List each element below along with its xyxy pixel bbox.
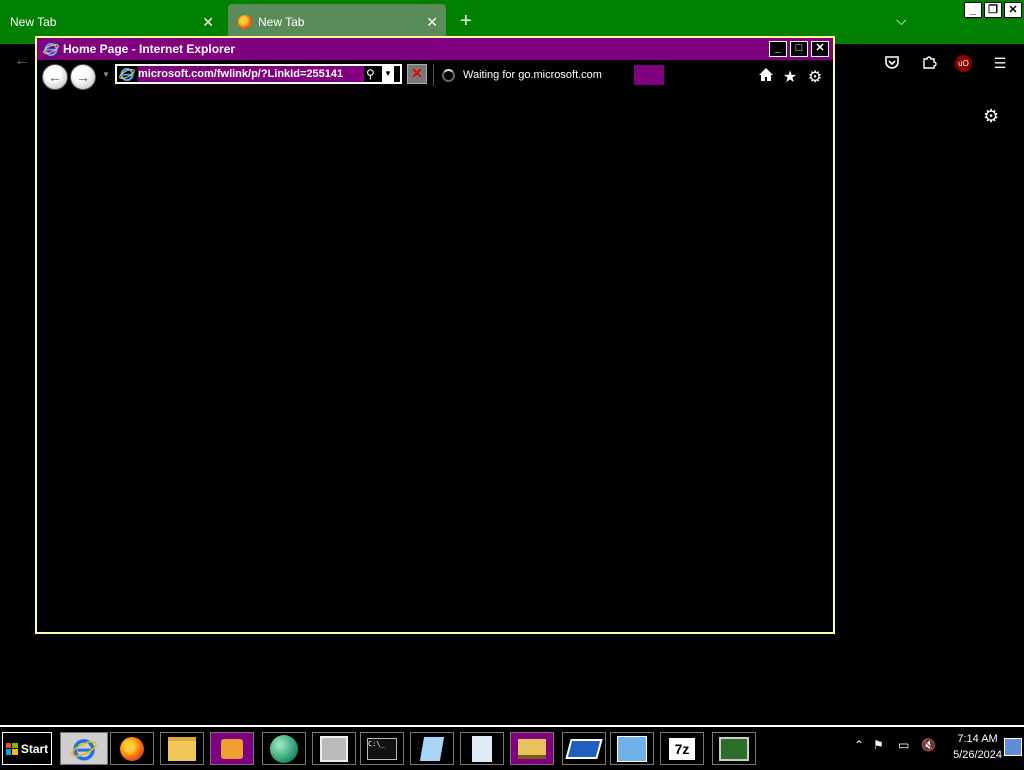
taskbar-disk-app-icon[interactable] [312,732,356,765]
ublock-origin-icon[interactable]: uO [955,55,972,72]
settings-gear-icon[interactable]: ⚙ [983,106,999,127]
ie-back-button[interactable]: ← [42,64,68,90]
home-icon[interactable] [757,67,775,88]
ie-address-input[interactable]: microsoft.com/fwlink/p/?LinkId=255141 [138,66,364,82]
ie-window-controls: _ □ ✕ [769,41,829,57]
ie-minimize-icon[interactable]: _ [769,41,787,57]
ie-maximize-icon[interactable]: □ [790,41,808,57]
taskbar-control-panel-icon[interactable] [610,732,654,765]
ie-page-icon [119,67,135,82]
taskbar-internet-explorer-icon[interactable] [60,732,108,765]
tools-gear-icon[interactable]: ⚙ [806,67,824,87]
ie-address-bar[interactable]: microsoft.com/fwlink/p/?LinkId=255141 ⚲ … [115,64,402,84]
volume-muted-icon[interactable]: 🔇 [921,738,936,752]
ie-logo-icon [43,42,59,57]
pocket-icon[interactable] [883,54,901,72]
close-window-icon[interactable]: ✕ [1004,2,1022,18]
firefox-tab-1-label: New Tab [10,15,57,29]
close-tab-1-icon[interactable]: ✕ [202,14,214,31]
ie-page-content [37,92,833,632]
firefox-tab-2-label: New Tab [258,15,305,29]
list-all-tabs-chevron-icon[interactable]: ⌵ [896,12,907,29]
extensions-puzzle-icon[interactable] [920,54,938,72]
address-dropdown-icon[interactable]: ▼ [382,66,394,82]
action-center-flag-icon[interactable]: ⚑ [873,738,884,752]
taskbar-document-icon[interactable] [460,732,504,765]
firefox-tab-1[interactable]: New Tab ✕ [0,4,222,40]
firefox-window-controls: _ ❐ ✕ [964,2,1022,18]
favorites-star-icon[interactable]: ★ [781,67,799,87]
clock-time: 7:14 AM [957,733,998,745]
ie-toolbar: ← → ▼ microsoft.com/fwlink/p/?LinkId=255… [37,60,833,92]
back-arrow-icon[interactable]: ← [14,52,30,70]
show-hidden-icons-icon[interactable]: ⌃ [854,738,864,752]
network-icon[interactable]: ▭ [898,738,909,752]
minimize-icon[interactable]: _ [964,2,982,18]
taskbar-monitor-app-icon[interactable] [712,732,756,765]
taskbar-media-player-icon[interactable] [210,732,254,765]
start-button[interactable]: Start [2,732,52,765]
system-clock[interactable]: 7:14 AM 5/26/2024 [953,731,1002,763]
taskbar-7zip-icon[interactable]: 7z [660,732,704,765]
ie-tab-label: Waiting for go.microsoft.com [463,69,602,81]
taskbar: Start C:\_ 7z [0,725,1024,770]
search-icon[interactable]: ⚲ [366,67,380,81]
taskbar-firefox-icon[interactable] [110,732,154,765]
stop-loading-button[interactable]: ✕ [407,64,427,84]
loading-spinner-icon [442,68,455,82]
ie-window-title: Home Page - Internet Explorer [63,42,236,56]
show-desktop-icon[interactable] [1004,738,1022,756]
ie-forward-button[interactable]: → [70,64,96,90]
windows-logo-icon [5,742,18,755]
taskbar-file-explorer-icon[interactable] [160,732,204,765]
taskbar-globe-app-icon[interactable] [262,732,306,765]
taskbar-notepad-icon[interactable] [410,732,454,765]
clock-date: 5/26/2024 [953,749,1002,761]
taskbar-scanner-app-icon[interactable] [562,732,606,765]
firefox-tab-2[interactable]: New Tab ✕ [228,4,446,40]
start-label: Start [20,741,49,756]
firefox-icon [238,15,252,29]
ie-close-icon[interactable]: ✕ [811,41,829,57]
taskbar-command-prompt-icon[interactable]: C:\_ [360,732,404,765]
restore-icon[interactable]: ❐ [984,2,1002,18]
taskbar-stack-app-icon[interactable] [510,732,554,765]
ie-new-tab-button[interactable] [634,65,664,85]
hamburger-menu-icon[interactable]: ☰ [991,54,1009,72]
close-tab-2-icon[interactable]: ✕ [426,14,438,31]
new-tab-plus-icon[interactable]: + [460,10,472,33]
ie-title-bar[interactable]: Home Page - Internet Explorer _ □ ✕ [37,38,833,60]
internet-explorer-window: Home Page - Internet Explorer _ □ ✕ ← → … [35,36,835,634]
ie-tab[interactable]: Waiting for go.microsoft.com [433,64,634,86]
recent-pages-dropdown-icon[interactable]: ▼ [102,70,110,79]
